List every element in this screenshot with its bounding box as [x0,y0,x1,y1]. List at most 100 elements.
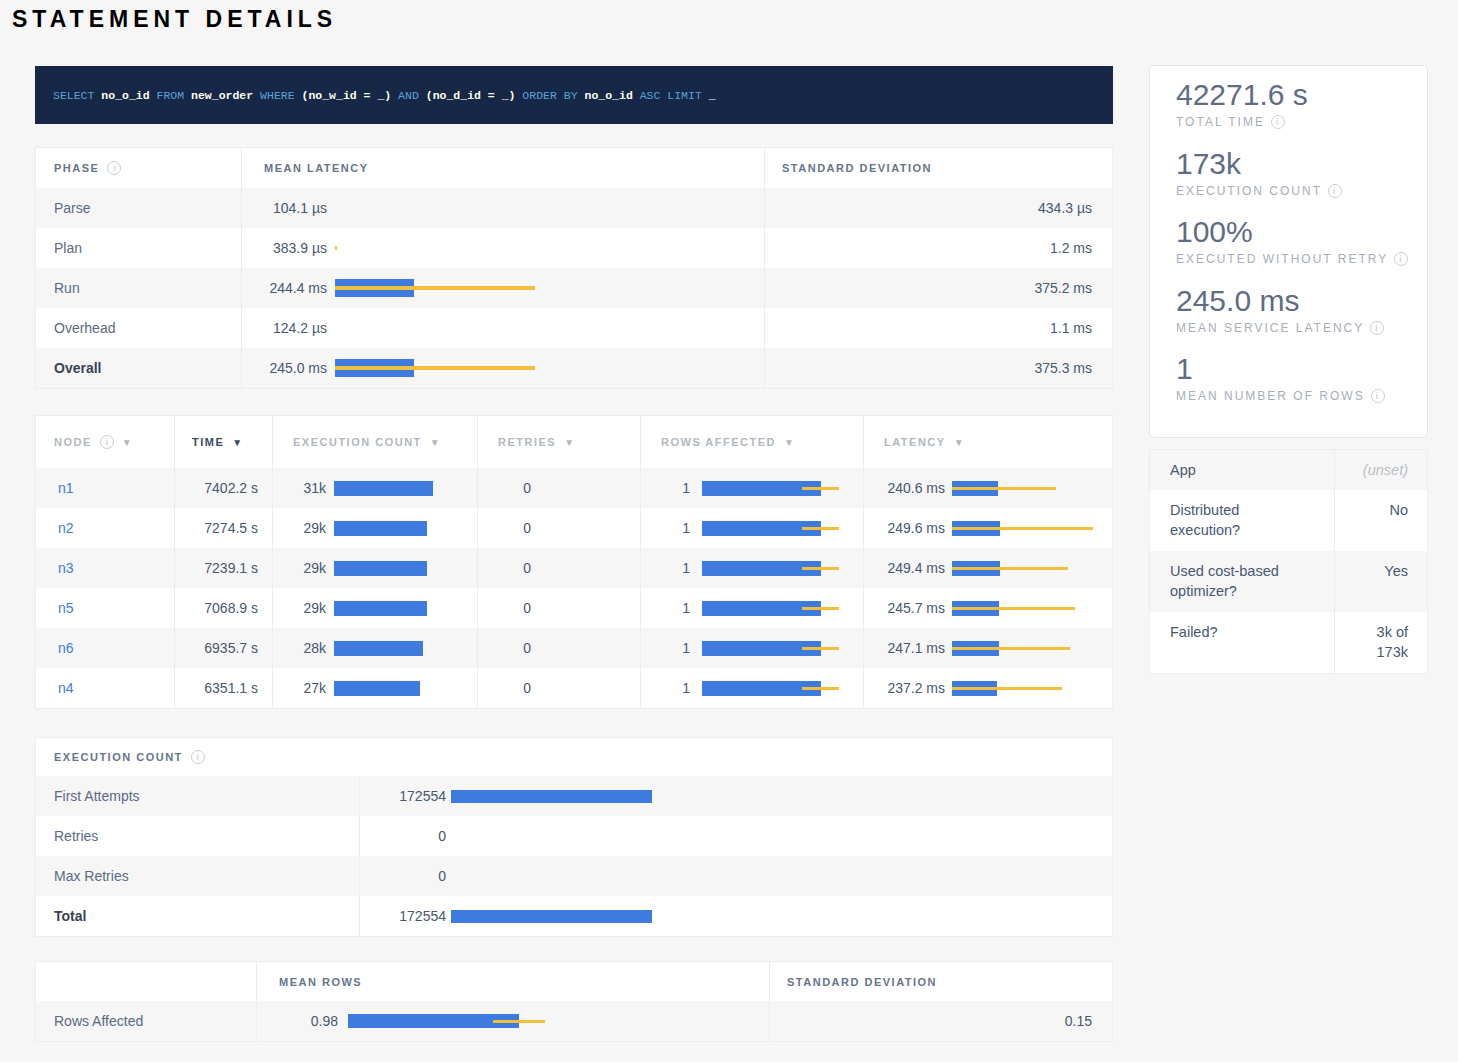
exec-value-cell: 172554 [359,776,1112,816]
exec-label-cell: First Attempts [36,776,359,816]
exec-bar-canvas [451,776,1112,816]
node-header-cell-retries[interactable]: RETRIES▼ [477,416,640,468]
node-time-value: 6935.7 s [204,640,258,656]
node-latency-bar-canvas [952,468,1112,508]
exec-bar-canvas [451,816,1112,856]
node-time-value: 7068.9 s [204,600,258,616]
summary-stat-label-text: MEAN NUMBER OF ROWS [1176,387,1365,405]
exec-row: Total172554 [36,896,1112,936]
attribute-label-cell: App [1150,450,1334,490]
exec-row: Retries0 [36,816,1112,856]
mean-latency-value: 104.1 µs [242,200,327,216]
node-link[interactable]: n3 [58,560,74,576]
phase-info-icon[interactable]: i [107,161,121,175]
node-rows-affected-value: 1 [641,640,690,656]
page-title: STATEMENT DETAILS [12,6,337,33]
phase-name: Plan [54,240,82,256]
summary-stat-label: TOTAL TIMEi [1176,113,1427,131]
mean-latency-cell: 124.2 µs [241,308,764,348]
node-exec-count-cell: 29k [272,508,477,548]
phase-name-cell: Plan [36,228,241,268]
std-deviation-value: 434.3 µs [1038,200,1092,216]
summary-info-icon[interactable]: i [1370,321,1384,335]
node-latency-bar-canvas [952,628,1112,668]
node-header-label: TIME [192,436,224,448]
summary-info-icon[interactable]: i [1328,184,1342,198]
phase-name-cell: Parse [36,188,241,228]
node-header-cell-latency[interactable]: LATENCY▼ [863,416,1112,468]
phase-row: Run244.4 ms375.2 ms [36,268,1112,308]
node-time-cell: 7068.9 s [174,588,272,628]
attribute-label: Distributed execution? [1170,500,1302,540]
attribute-label: Used cost-based optimizer? [1170,561,1302,601]
summary-stats-card: 42271.6 sTOTAL TIMEi173kEXECUTION COUNTi… [1149,65,1428,438]
std-deviation-cell: 375.3 ms [764,348,1112,388]
phase-name: Overhead [54,320,115,336]
stddev-whisker [802,687,838,690]
node-latency-cell: 249.6 ms [863,508,1112,548]
mean-latency-cell: 383.9 µs [241,228,764,268]
node-link[interactable]: n2 [58,520,74,536]
node-exec-count-cell: 29k [272,548,477,588]
node-link[interactable]: n1 [58,480,74,496]
attribute-label-cell: Used cost-based optimizer? [1150,551,1334,612]
node-link[interactable]: n4 [58,680,74,696]
node-exec-count-bar-canvas [334,668,477,708]
node-retries-value: 0 [478,560,531,576]
exec-row: Max Retries0 [36,856,1112,896]
summary-stat: 245.0 msMEAN SERVICE LATENCYi [1176,282,1427,351]
node-latency-value: 249.6 ms [864,520,945,536]
node-time-cell: 7402.2 s [174,468,272,508]
sql-token-keyword: FROM [150,89,185,102]
node-retries-value: 0 [478,520,531,536]
rows-affected-row: Rows Affected0.98 0.15 [36,1001,1112,1041]
node-rows-affected-cell: 1 [640,548,863,588]
attribute-value: No [1351,500,1408,520]
rows-affected-label-cell: Rows Affected [36,1001,256,1041]
attribute-value-cell: 3k of 173k [1334,612,1427,673]
mean-rows-cell: 0.98 [256,1001,769,1041]
node-table-header: NODEi▼TIME▼EXECUTION COUNT▼RETRIES▼ROWS … [36,416,1112,468]
summary-info-icon[interactable]: i [1394,252,1408,266]
node-latency-cell: 249.4 ms [863,548,1112,588]
node-exec-count-value: 29k [273,520,326,536]
rows-std-deviation-header-label: STANDARD DEVIATION [787,976,937,988]
node-exec-count-value: 29k [273,600,326,616]
node-link[interactable]: n6 [58,640,74,656]
attribute-row: Used cost-based optimizer?Yes [1150,551,1427,612]
sql-token-ident: no_o_id [94,89,149,102]
mean-latency-header-label: MEAN LATENCY [264,162,369,174]
node-header-cell-rows-affected[interactable]: ROWS AFFECTED▼ [640,416,863,468]
node-header-cell-time[interactable]: TIME▼ [174,416,272,468]
node-id-cell: n5 [36,588,174,628]
stddev-whisker [952,527,1093,530]
node-rows-affected-cell: 1 [640,468,863,508]
std-deviation-value: 1.2 ms [1050,240,1092,256]
std-deviation-header-cell: STANDARD DEVIATION [764,148,1112,188]
node-rows-affected-cell: 1 [640,668,863,708]
attribute-value-cell: (unset) [1334,450,1427,490]
exec-value: 0 [360,868,446,884]
attribute-label-cell: Distributed execution? [1150,490,1334,551]
node-header-cell-node[interactable]: NODEi▼ [36,416,174,468]
node-header-cell-execution-count[interactable]: EXECUTION COUNT▼ [272,416,477,468]
mean-bar [334,681,420,696]
exec-info-icon[interactable]: i [191,750,205,764]
node-retries-value: 0 [478,600,531,616]
summary-info-icon[interactable]: i [1371,389,1385,403]
std-deviation-cell: 434.3 µs [764,188,1112,228]
exec-value-cell: 0 [359,816,1112,856]
node-exec-count-value: 27k [273,680,326,696]
stddev-whisker [802,647,838,650]
summary-info-icon[interactable]: i [1271,115,1285,129]
node-info-icon[interactable]: i [100,435,114,449]
node-latency-value: 247.1 ms [864,640,945,656]
rows-std-deviation-value: 0.15 [1065,1013,1092,1029]
node-time-value: 7274.5 s [204,520,258,536]
sort-arrow-icon: ▼ [122,437,132,448]
node-rows-affected-value: 1 [641,480,690,496]
node-retries-cell: 0 [477,668,640,708]
node-retries-cell: 0 [477,548,640,588]
node-rows-affected-value: 1 [641,680,690,696]
node-link[interactable]: n5 [58,600,74,616]
